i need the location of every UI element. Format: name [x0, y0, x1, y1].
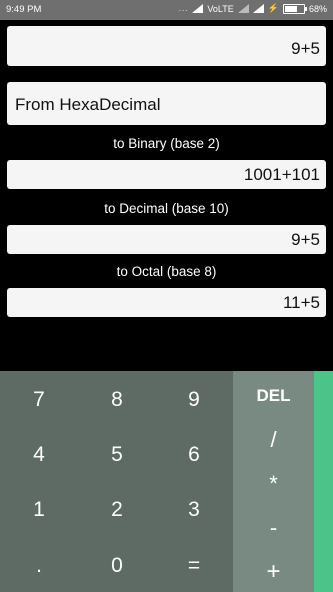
notification-dots-icon: ...: [178, 4, 189, 13]
number-pad: 7 8 9 4 5 6 1 2 3 . 0 =: [0, 371, 233, 592]
from-base-select[interactable]: From HexaDecimal: [7, 82, 326, 125]
key-0[interactable]: 0: [78, 540, 156, 592]
binary-label: to Binary (base 2): [113, 136, 220, 151]
key-9[interactable]: 9: [155, 374, 233, 426]
signal-icon-2: [237, 4, 249, 13]
key-8[interactable]: 8: [78, 374, 156, 426]
status-time: 9:49 PM: [6, 4, 42, 15]
charging-icon: ⚡: [267, 3, 279, 13]
binary-output: 1001+101: [7, 160, 326, 189]
key-2[interactable]: 2: [78, 484, 156, 536]
signal-icon-3: [252, 4, 264, 13]
key-6[interactable]: 6: [155, 429, 233, 481]
advanced-panel-handle[interactable]: [314, 371, 333, 592]
decimal-label: to Decimal (base 10): [104, 201, 229, 216]
battery-percent: 68%: [308, 3, 327, 14]
operator-pad: DEL / * - +: [233, 371, 314, 592]
decimal-output: 9+5: [7, 225, 326, 254]
key-1[interactable]: 1: [0, 484, 78, 536]
key-multiply[interactable]: *: [233, 469, 314, 499]
key-decimal-point[interactable]: .: [0, 540, 78, 592]
signal-icon: [192, 4, 204, 13]
key-7[interactable]: 7: [0, 374, 78, 426]
key-minus[interactable]: -: [233, 513, 314, 543]
key-divide[interactable]: /: [233, 425, 314, 455]
battery-icon: [282, 3, 307, 14]
status-bar: 9:49 PM ... VoLTE ⚡ 68%: [0, 0, 333, 20]
key-plus[interactable]: +: [233, 557, 314, 587]
status-icons: ... VoLTE ⚡ 68%: [179, 3, 327, 14]
delete-button[interactable]: DEL: [233, 381, 314, 411]
key-3[interactable]: 3: [155, 484, 233, 536]
octal-label: to Octal (base 8): [116, 264, 217, 279]
network-type: VoLTE: [207, 3, 234, 14]
keypad: 7 8 9 4 5 6 1 2 3 . 0 = DEL / * - +: [0, 371, 333, 592]
key-equals[interactable]: =: [155, 540, 233, 592]
number-input[interactable]: 9+5: [7, 26, 326, 66]
key-4[interactable]: 4: [0, 429, 78, 481]
key-5[interactable]: 5: [78, 429, 156, 481]
octal-output: 11+5: [7, 288, 326, 317]
